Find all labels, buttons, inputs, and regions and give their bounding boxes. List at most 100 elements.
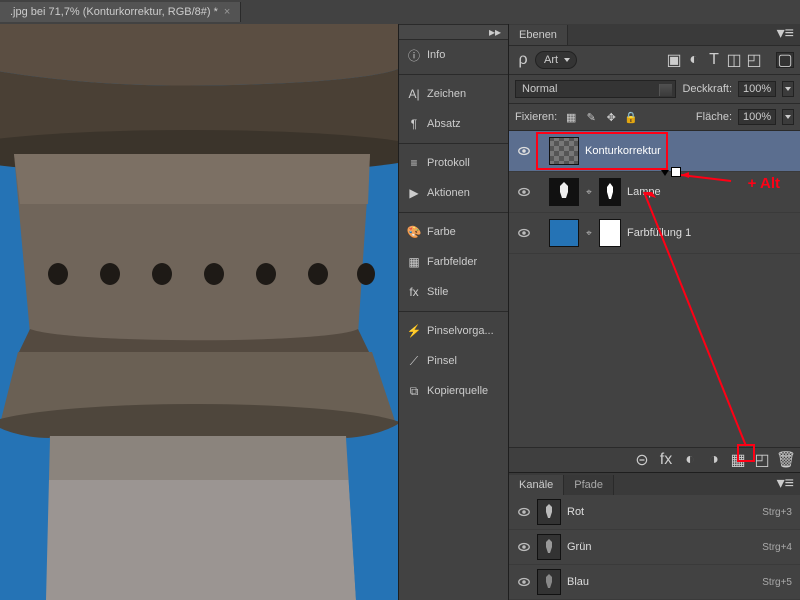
layer-row[interactable]: ⌖ Farbfüllung 1 (509, 213, 800, 254)
channel-row[interactable]: Grün Strg+4 (509, 530, 800, 565)
tab-paths[interactable]: Pfade (564, 475, 614, 495)
filter-adjust-icon[interactable]: ◐ (686, 52, 702, 68)
filter-toggle[interactable]: ▢ (776, 52, 794, 68)
layer-row[interactable]: ⌖ Lampe (509, 172, 800, 213)
opacity-label: Deckkraft: (682, 83, 732, 95)
panel-menu-icon[interactable]: ▾≡ (771, 21, 800, 45)
layer-name[interactable]: Lampe (627, 186, 661, 198)
layers-panel-tabs: Ebenen ▾≡ (509, 24, 800, 46)
lock-transparent-icon[interactable]: ▦ (563, 109, 579, 125)
filter-pixel-icon[interactable]: ▣ (666, 52, 682, 68)
panel-color[interactable]: 🎨Farbe (399, 217, 508, 247)
fill-slider[interactable] (782, 109, 794, 125)
group-layers-icon[interactable]: ▦ (730, 452, 746, 468)
channel-thumbnail[interactable] (537, 534, 561, 560)
visibility-toggle[interactable] (517, 575, 531, 589)
visibility-toggle[interactable] (517, 226, 531, 240)
history-icon: ≡ (407, 156, 421, 170)
visibility-toggle[interactable] (517, 185, 531, 199)
lock-all-icon[interactable]: 🔒 (623, 109, 639, 125)
layer-mask[interactable] (599, 219, 621, 247)
document-tab[interactable]: .jpg bei 71,7% (Konturkorrektur, RGB/8#)… (0, 2, 241, 22)
lock-pixels-icon[interactable]: ✎ (583, 109, 599, 125)
visibility-toggle[interactable] (517, 540, 531, 554)
channel-shortcut: Strg+5 (762, 577, 792, 588)
lock-fill-row: Fixieren: ▦ ✎ ✥ 🔒 Fläche: 100% (509, 104, 800, 131)
visibility-toggle[interactable] (517, 505, 531, 519)
panel-brush[interactable]: ⟋Pinsel (399, 346, 508, 376)
chevron-right-icon: ▸▸ (488, 25, 502, 39)
link-layers-icon[interactable]: ⊝ (634, 452, 650, 468)
channel-row[interactable]: Rot Strg+3 (509, 495, 800, 530)
filter-type-dropdown[interactable]: Art (535, 51, 577, 69)
swatches-icon: ▦ (407, 255, 421, 269)
link-icon[interactable]: ⌖ (585, 187, 593, 197)
fill-input[interactable]: 100% (738, 109, 776, 125)
channel-name: Rot (567, 506, 584, 518)
filter-smart-icon[interactable]: ◰ (746, 52, 762, 68)
blend-opacity-row: Normal Deckkraft: 100% (509, 75, 800, 104)
panel-styles[interactable]: fxStile (399, 277, 508, 307)
opacity-slider[interactable] (782, 81, 794, 97)
panel-brush-presets[interactable]: ⚡Pinselvorga... (399, 316, 508, 346)
layers-list: Konturkorrektur ⌖ Lampe ⌖ Farbfüllung 1 (509, 131, 800, 447)
clone-icon: ⧉ (407, 384, 421, 398)
close-icon[interactable]: × (224, 6, 230, 18)
lock-position-icon[interactable]: ✥ (603, 109, 619, 125)
palette-icon: 🎨 (407, 225, 421, 239)
panel-history[interactable]: ≡Protokoll (399, 148, 508, 178)
layer-mask[interactable] (599, 178, 621, 206)
channel-thumbnail[interactable] (537, 499, 561, 525)
fx-icon: fx (407, 285, 421, 299)
visibility-toggle[interactable] (517, 144, 531, 158)
tab-layers[interactable]: Ebenen (509, 25, 568, 45)
adjustment-layer-icon[interactable]: ◑ (706, 452, 722, 468)
layer-thumbnail[interactable] (549, 219, 579, 247)
channel-row[interactable]: Blau Strg+5 (509, 565, 800, 600)
panel-swatches[interactable]: ▦Farbfelder (399, 247, 508, 277)
play-icon: ▶ (407, 186, 421, 200)
channel-shortcut: Strg+3 (762, 507, 792, 518)
new-layer-icon[interactable]: ◰ (754, 452, 770, 468)
channel-thumbnail[interactable] (537, 569, 561, 595)
document-title: .jpg bei 71,7% (Konturkorrektur, RGB/8#)… (10, 6, 218, 18)
tab-bar: .jpg bei 71,7% (Konturkorrektur, RGB/8#)… (0, 0, 800, 24)
channels-list: Rot Strg+3 Grün Strg+4 Blau Strg+5 (509, 495, 800, 600)
fill-label: Fläche: (696, 111, 732, 123)
character-icon: A| (407, 87, 421, 101)
channels-tabs: Kanäle Pfade ▾≡ (509, 473, 800, 495)
panel-character[interactable]: A|Zeichen (399, 79, 508, 109)
blend-mode-select[interactable]: Normal (515, 80, 676, 98)
opacity-input[interactable]: 100% (738, 81, 776, 97)
link-icon[interactable]: ⌖ (585, 228, 593, 238)
bolt-icon: ⚡ (407, 324, 421, 338)
channel-name: Grün (567, 541, 591, 553)
layers-footer: ⊝ fx ◐ ◑ ▦ ◰ 🗑 (509, 447, 800, 472)
layer-row[interactable]: Konturkorrektur (509, 131, 800, 172)
search-icon[interactable]: ρ (515, 52, 531, 68)
panel-info[interactable]: ⓘInfo (399, 40, 508, 70)
fx-button[interactable]: fx (658, 452, 674, 468)
tab-channels[interactable]: Kanäle (509, 475, 564, 495)
panel-paragraph[interactable]: ¶Absatz (399, 109, 508, 139)
panel-clone-source[interactable]: ⧉Kopierquelle (399, 376, 508, 406)
info-icon: ⓘ (407, 48, 421, 62)
layer-name[interactable]: Farbfüllung 1 (627, 227, 691, 239)
layers-channels-column: Ebenen ▾≡ ρ Art ▣ ◐ T ◫ ◰ ▢ Normal Deckk… (508, 24, 800, 600)
add-mask-icon[interactable]: ◐ (682, 452, 698, 468)
channels-panel: Kanäle Pfade ▾≡ Rot Strg+3 Grün Strg+4 (509, 472, 800, 600)
brush-icon: ⟋ (407, 354, 421, 368)
paragraph-icon: ¶ (407, 117, 421, 131)
filter-type-icon[interactable]: T (706, 52, 722, 68)
layer-thumbnail[interactable] (549, 178, 579, 206)
delete-layer-icon[interactable]: 🗑 (778, 452, 794, 468)
panel-menu-icon[interactable]: ▾≡ (771, 471, 800, 495)
canvas[interactable] (0, 24, 398, 600)
panel-actions[interactable]: ▶Aktionen (399, 178, 508, 208)
layer-name[interactable]: Konturkorrektur (585, 145, 661, 157)
filter-shape-icon[interactable]: ◫ (726, 52, 742, 68)
dock-collapse[interactable]: ▸▸ (399, 24, 508, 40)
layer-thumbnail[interactable] (549, 137, 579, 165)
channel-shortcut: Strg+4 (762, 542, 792, 553)
panel-dock: ▸▸ ⓘInfo A|Zeichen ¶Absatz ≡Protokoll ▶A… (398, 24, 508, 600)
